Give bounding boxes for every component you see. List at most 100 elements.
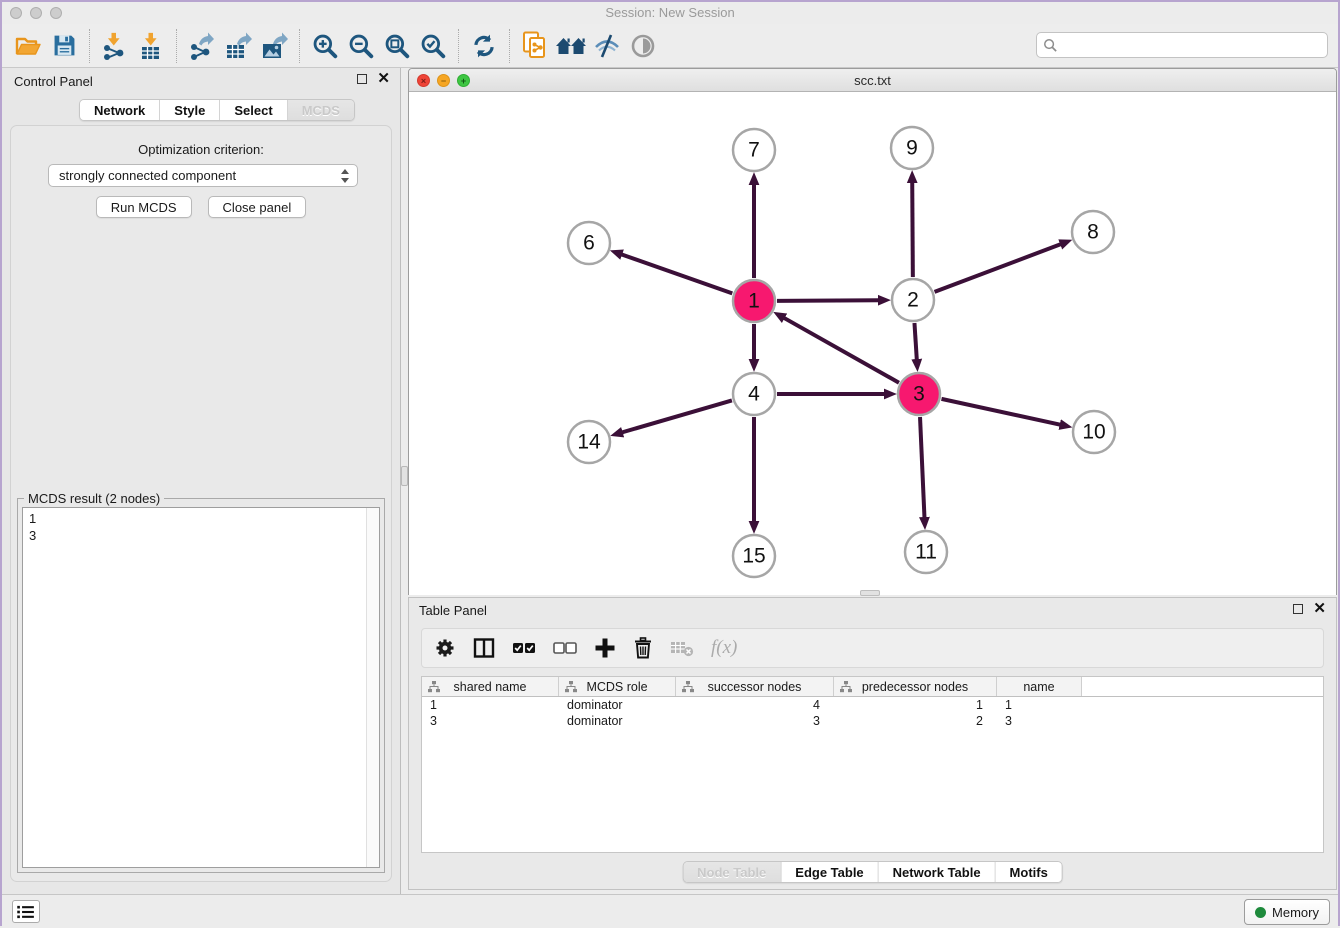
trash-icon bbox=[633, 637, 653, 659]
column-header-predecessor-nodes[interactable]: predecessor nodes bbox=[834, 677, 997, 696]
open-session-icon bbox=[14, 34, 42, 58]
zoom-selected-button[interactable] bbox=[415, 28, 451, 64]
tab-node-table[interactable]: Node Table bbox=[683, 862, 781, 882]
cell-shared-name: 3 bbox=[422, 713, 559, 729]
export-image-button[interactable] bbox=[256, 28, 292, 64]
float-panel-icon[interactable] bbox=[1293, 604, 1303, 614]
zoom-fit-button[interactable] bbox=[379, 28, 415, 64]
export-image-icon bbox=[259, 32, 289, 60]
import-network-button[interactable] bbox=[97, 28, 133, 64]
table-row[interactable]: 1 dominator 4 1 1 bbox=[422, 697, 1323, 713]
column-header-shared-name[interactable]: shared name bbox=[422, 677, 559, 696]
task-history-button[interactable] bbox=[12, 900, 40, 923]
function-builder-button[interactable]: f(x) bbox=[711, 637, 737, 659]
graph-edge-2-8[interactable] bbox=[935, 244, 1062, 292]
float-panel-icon[interactable] bbox=[357, 74, 367, 84]
column-header-successor-nodes[interactable]: successor nodes bbox=[676, 677, 834, 696]
plus-icon bbox=[594, 637, 616, 659]
save-session-button[interactable] bbox=[46, 28, 82, 64]
table-row[interactable]: 3 dominator 3 2 3 bbox=[422, 713, 1323, 729]
result-scrollbar[interactable] bbox=[366, 508, 379, 867]
open-session-button[interactable] bbox=[10, 28, 46, 64]
graph-node-label-1: 1 bbox=[748, 290, 760, 313]
memory-label: Memory bbox=[1272, 905, 1319, 920]
tab-mcds[interactable]: MCDS bbox=[288, 100, 354, 120]
table-panel: Table Panel ✕ bbox=[408, 597, 1337, 890]
houses-icon bbox=[555, 34, 587, 58]
graph-edge-2-3[interactable] bbox=[914, 323, 916, 360]
table-tabs: Node Table Edge Table Network Table Moti… bbox=[682, 861, 1063, 883]
tab-select[interactable]: Select bbox=[220, 100, 287, 120]
import-table-button[interactable] bbox=[133, 28, 169, 64]
hierarchy-icon bbox=[428, 681, 440, 693]
graph-node-label-7: 7 bbox=[748, 139, 760, 162]
zoom-in-button[interactable] bbox=[307, 28, 343, 64]
search-field[interactable] bbox=[1036, 32, 1328, 58]
network-view-window: × − + scc.txt 7968124314101511 bbox=[408, 68, 1337, 595]
control-panel-title: Control Panel bbox=[14, 74, 93, 89]
cell-mcds-role: dominator bbox=[559, 713, 676, 729]
show-all-columns-button[interactable] bbox=[512, 640, 536, 656]
export-table-button[interactable] bbox=[220, 28, 256, 64]
graph-edge-3-11[interactable] bbox=[920, 417, 924, 518]
delete-column-button[interactable] bbox=[633, 637, 653, 659]
tab-style[interactable]: Style bbox=[160, 100, 220, 120]
column-header-name[interactable]: name bbox=[997, 677, 1082, 696]
graph-node-label-2: 2 bbox=[907, 289, 919, 312]
import-network-icon bbox=[101, 32, 129, 60]
close-panel-button[interactable]: Close panel bbox=[208, 196, 307, 218]
mcds-result-list[interactable]: 1 3 bbox=[22, 507, 380, 868]
zoom-fit-icon bbox=[384, 33, 410, 59]
hide-all-columns-button[interactable] bbox=[553, 640, 577, 656]
close-panel-icon[interactable]: ✕ bbox=[377, 74, 390, 84]
tab-network[interactable]: Network bbox=[80, 100, 160, 120]
graph-edge-1-6[interactable] bbox=[621, 254, 732, 293]
zoom-out-icon bbox=[348, 33, 374, 59]
main-titlebar: Session: New Session bbox=[2, 2, 1338, 24]
delete-table-button[interactable] bbox=[670, 639, 694, 657]
graph-edge-2-9[interactable] bbox=[912, 182, 913, 277]
graph-edge-3-1[interactable] bbox=[784, 318, 899, 383]
gear-icon bbox=[434, 637, 456, 659]
close-panel-icon[interactable]: ✕ bbox=[1313, 604, 1326, 614]
graph-node-label-6: 6 bbox=[583, 232, 595, 255]
pane-splitter-grip[interactable] bbox=[401, 466, 408, 486]
hide-selected-button[interactable] bbox=[589, 28, 625, 64]
network-window-title: scc.txt bbox=[409, 73, 1336, 88]
cell-successor-nodes: 3 bbox=[676, 713, 834, 729]
export-network-button[interactable] bbox=[184, 28, 220, 64]
table-settings-button[interactable] bbox=[434, 637, 456, 659]
refresh-button[interactable] bbox=[466, 28, 502, 64]
graph-node-label-9: 9 bbox=[906, 137, 918, 160]
eye-slash-icon bbox=[593, 33, 621, 59]
tab-motifs[interactable]: Motifs bbox=[996, 862, 1062, 882]
houses-button[interactable] bbox=[553, 28, 589, 64]
column-header-mcds-role[interactable]: MCDS role bbox=[559, 677, 676, 696]
memory-button[interactable]: Memory bbox=[1244, 899, 1330, 925]
unchecked-boxes-icon bbox=[553, 640, 577, 656]
status-bar: Memory bbox=[2, 894, 1338, 928]
graph-edge-4-14[interactable] bbox=[622, 400, 732, 432]
create-column-button[interactable] bbox=[594, 637, 616, 659]
save-session-icon bbox=[53, 34, 76, 57]
clone-network-button[interactable] bbox=[517, 28, 553, 64]
network-canvas[interactable]: 7968124314101511 bbox=[409, 92, 1336, 595]
pane-splitter-grip[interactable] bbox=[860, 590, 880, 596]
main-toolbar bbox=[2, 24, 1338, 68]
optimization-criterion-label: Optimization criterion: bbox=[11, 142, 391, 157]
graph-edge-1-2[interactable] bbox=[777, 300, 879, 301]
run-mcds-button[interactable]: Run MCDS bbox=[96, 196, 192, 218]
network-window-titlebar[interactable]: × − + scc.txt bbox=[409, 69, 1336, 92]
window-title: Session: New Session bbox=[2, 5, 1338, 20]
show-all-button[interactable] bbox=[625, 28, 661, 64]
criterion-select[interactable]: strongly connected component bbox=[48, 164, 358, 187]
tab-edge-table[interactable]: Edge Table bbox=[781, 862, 878, 882]
tab-network-table[interactable]: Network Table bbox=[879, 862, 996, 882]
zoom-out-button[interactable] bbox=[343, 28, 379, 64]
split-columns-button[interactable] bbox=[473, 637, 495, 659]
checked-boxes-icon bbox=[512, 640, 536, 656]
graph-edge-3-10[interactable] bbox=[941, 399, 1060, 425]
cell-predecessor-nodes: 1 bbox=[834, 697, 997, 713]
search-input[interactable] bbox=[1058, 35, 1327, 55]
search-icon bbox=[1043, 38, 1058, 53]
